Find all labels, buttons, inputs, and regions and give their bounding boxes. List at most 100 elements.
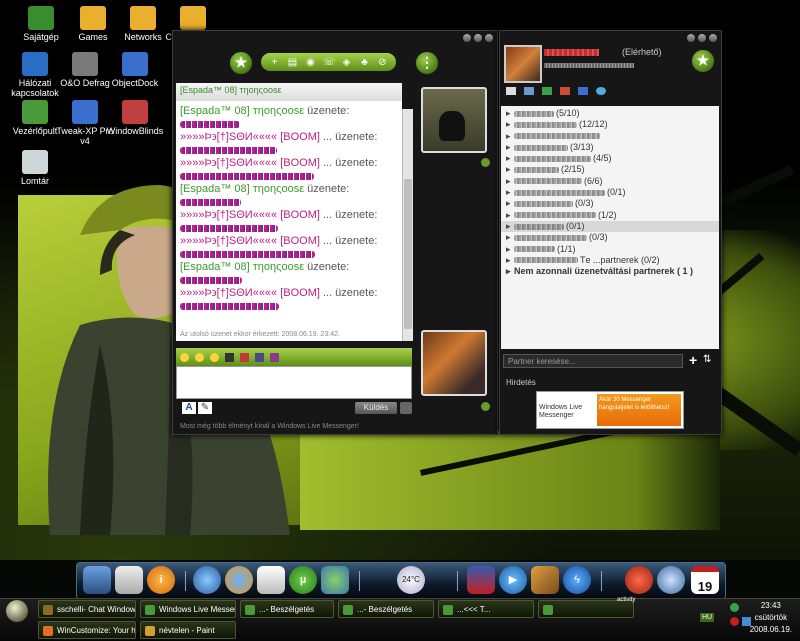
send-options-button[interactable] <box>400 402 412 414</box>
taskbar-button[interactable]: névtelen - Paint <box>140 621 236 639</box>
gift-icon[interactable] <box>270 352 279 362</box>
my-avatar-menu-icon[interactable] <box>481 402 490 411</box>
taskbar-app-icon <box>543 605 553 615</box>
contact-group[interactable]: ▸ (0/1) <box>501 187 719 198</box>
ad-label: Hirdetés <box>506 378 536 387</box>
contact-group[interactable]: ▸ (1/1) <box>501 244 719 255</box>
taskbar-button[interactable]: Windows Live Messen... <box>140 600 236 618</box>
dock-mail-icon[interactable] <box>257 566 285 594</box>
profile-picture[interactable] <box>504 45 542 83</box>
contact-group[interactable]: ▸ (5/10) <box>501 108 719 119</box>
taskbar-button[interactable]: sschelli- Chat Window <box>38 600 136 618</box>
add-contact-button[interactable]: + <box>689 352 697 368</box>
message-input[interactable] <box>176 366 412 399</box>
contact-group[interactable]: ▸ (0/3) <box>501 232 719 243</box>
start-orb[interactable] <box>6 600 28 622</box>
maximize-button[interactable] <box>698 34 706 42</box>
contact-group[interactable]: ▸ (2/15) <box>501 164 719 175</box>
send-file-icon[interactable]: ▤ <box>287 57 298 68</box>
contact-group[interactable]: ▸ (0/3) <box>501 198 719 209</box>
chat-message: [Espada™ 08] тηоηςооsε üzenete: <box>180 183 350 195</box>
taskbar-button[interactable]: ...- Beszélgetés <box>338 600 434 618</box>
desktop-icon[interactable]: ObjectDock <box>104 52 166 88</box>
dock-settings-icon[interactable] <box>657 566 685 594</box>
send-button[interactable]: Küldés <box>355 402 397 414</box>
contact-group[interactable]: ▸ Tе ...partnerek (0/2) <box>501 255 719 266</box>
language-indicator[interactable]: HU <box>700 613 715 622</box>
dock-ie-icon[interactable] <box>225 566 253 594</box>
dock-tools-icon[interactable] <box>531 566 559 594</box>
smile-icon[interactable] <box>210 352 219 362</box>
contact-group[interactable]: ▸ (6/6) <box>501 176 719 187</box>
activities-icon[interactable]: ◈ <box>341 57 352 68</box>
clock[interactable]: 23:43 csütörtök 2008.06.19. <box>750 600 792 636</box>
dock-floppy-icon[interactable] <box>467 566 495 594</box>
dock-info-icon[interactable]: i <box>147 566 175 594</box>
nudge-icon[interactable] <box>255 352 264 362</box>
msn-icon[interactable] <box>596 87 606 95</box>
personal-message[interactable] <box>544 63 634 68</box>
format-toolbar <box>176 348 412 366</box>
wink-icon[interactable] <box>195 352 204 362</box>
chat-scrollbar[interactable] <box>402 109 413 341</box>
maximize-button[interactable] <box>474 34 482 42</box>
avatar-menu-icon[interactable] <box>481 158 490 167</box>
dock-documents-icon[interactable] <box>115 566 143 594</box>
promo-link[interactable]: Most még több élményt kínál a Windows Li… <box>180 423 359 430</box>
webcam-icon[interactable]: ◉ <box>305 57 316 68</box>
contact-group[interactable]: ▸ (12/12) <box>501 119 719 130</box>
contact-group-other[interactable]: ▸ Nem azonnali üzenetváltási partnerek ( … <box>501 266 719 277</box>
contact-group[interactable]: ▸ (0/1) <box>501 220 719 233</box>
handwriting-button[interactable]: ✎ <box>198 402 212 414</box>
minimize-button[interactable] <box>463 34 471 42</box>
dock-media-player-icon[interactable]: ▶ <box>499 566 527 594</box>
desktop-icon[interactable]: Lomtár <box>4 150 66 186</box>
my-avatar[interactable] <box>421 330 487 396</box>
dock-calendar-icon[interactable]: 19 <box>691 566 719 594</box>
contact-group[interactable]: ▸ <box>501 131 719 142</box>
wl-icon[interactable] <box>578 87 588 95</box>
dock-utorrent-icon[interactable]: µ <box>289 566 317 594</box>
search-contact-input[interactable]: Partner keresése... <box>503 354 683 368</box>
close-button[interactable] <box>485 34 493 42</box>
dock-ccleaner-icon[interactable] <box>625 566 653 594</box>
spaces-icon[interactable] <box>542 87 552 95</box>
games-icon[interactable]: ♣ <box>359 57 370 68</box>
sort-button[interactable]: ⇅ <box>703 354 711 365</box>
profile-star-button[interactable]: ★ <box>691 49 715 73</box>
block-icon[interactable]: ⊘ <box>377 57 388 68</box>
display-name[interactable] <box>544 49 599 56</box>
tray-messenger-icon[interactable] <box>730 603 739 612</box>
news-icon[interactable] <box>560 87 570 95</box>
background-icon[interactable] <box>240 352 249 362</box>
invite-icon[interactable]: + <box>269 57 280 68</box>
dock-flash-icon[interactable]: ϟ <box>563 566 591 594</box>
contact-group[interactable]: ▸ (4/5) <box>501 153 719 164</box>
dock-messenger-icon[interactable] <box>321 566 349 594</box>
desktop-app-icon <box>80 6 106 30</box>
view-icon[interactable] <box>524 87 534 95</box>
contact-star-button[interactable]: ★ <box>229 51 253 75</box>
taskbar-button[interactable]: ...<<< T... <box>438 600 534 618</box>
voice-clip-icon[interactable] <box>225 352 234 362</box>
status-text[interactable]: (Elérhető) <box>622 47 662 57</box>
taskbar-button[interactable]: WinCustomize: Your h... <box>38 621 136 639</box>
mail-icon[interactable] <box>506 87 516 95</box>
dock-weather-icon[interactable]: 24°C <box>397 566 425 594</box>
dock-monitor-icon[interactable] <box>83 566 111 594</box>
more-options-button[interactable]: ⋮ <box>415 51 439 75</box>
emoticon-icon[interactable] <box>180 352 189 362</box>
tray-antivirus-icon[interactable] <box>730 617 739 626</box>
phone-icon[interactable]: ☏ <box>323 57 336 68</box>
minimize-button[interactable] <box>687 34 695 42</box>
contact-avatar[interactable] <box>421 87 487 153</box>
contact-group[interactable]: ▸ (1/2) <box>501 210 719 221</box>
dock-globe-icon[interactable] <box>193 566 221 594</box>
font-button[interactable]: A <box>182 402 196 414</box>
close-button[interactable] <box>709 34 717 42</box>
contact-group[interactable]: ▸ (3/13) <box>501 142 719 153</box>
ad-banner[interactable]: Windows Live Messenger Akár 30 Messenger… <box>536 391 684 429</box>
chat-history[interactable]: [Espada™ 08] тηоηςооsε [Espada™ 08] тηоη… <box>176 83 402 341</box>
taskbar-button[interactable]: ...- Beszélgetés <box>240 600 334 618</box>
desktop-icon[interactable]: WindowBlinds <box>104 100 166 136</box>
